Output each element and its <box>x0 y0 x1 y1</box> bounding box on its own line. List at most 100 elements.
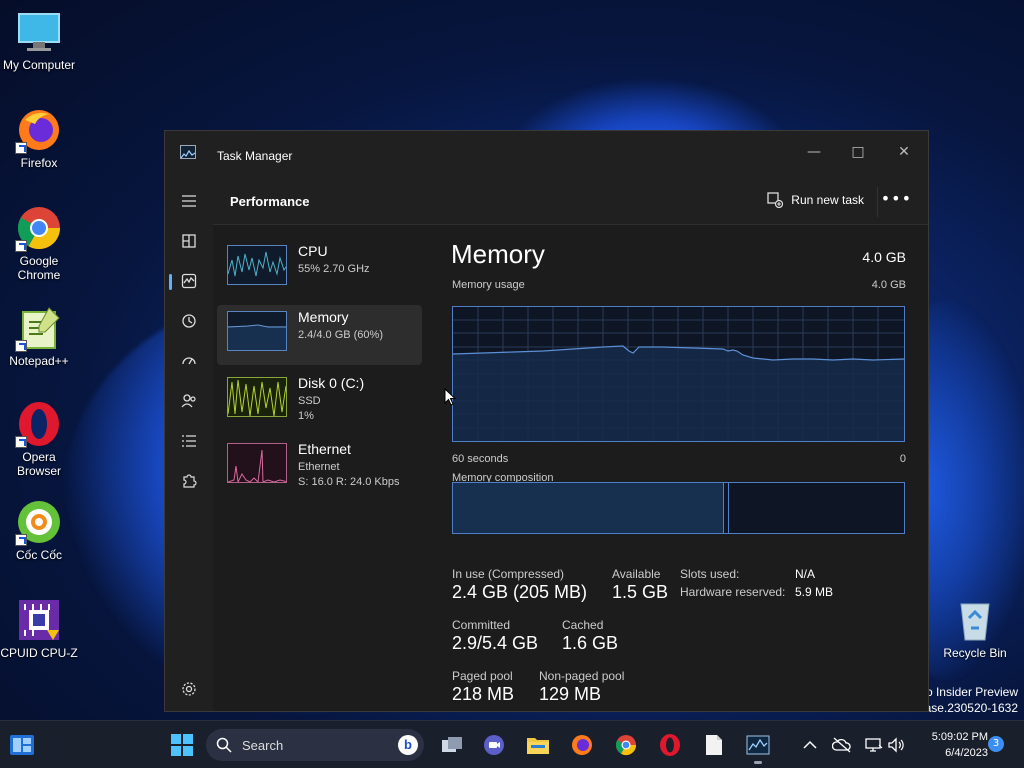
desktop-icon-label: Firefox <box>20 156 58 170</box>
gear-icon <box>182 682 196 696</box>
task-view-button[interactable] <box>438 731 466 759</box>
stat-cached-value: 1.6 GB <box>562 633 619 653</box>
task-view-icon <box>442 737 462 752</box>
services-puzzle-icon <box>183 474 197 488</box>
onedrive-button[interactable] <box>828 731 856 759</box>
perf-item-subtitle: S: 16.0 R: 24.0 Kbps <box>298 476 400 488</box>
taskbar-chrome-button[interactable] <box>612 731 640 759</box>
notification-badge[interactable]: 3 <box>988 736 1004 752</box>
folder-icon <box>527 738 549 754</box>
desktop-icon-recycle-bin[interactable]: Recycle Bin <box>936 596 1014 660</box>
opera-icon <box>660 734 680 756</box>
startup-gauge-icon <box>182 357 196 365</box>
desktop-icon-coccoc[interactable]: Cốc Cốc <box>0 498 78 562</box>
desktop-icon-label: CPUID CPU-Z <box>0 646 78 660</box>
widgets-button[interactable] <box>8 731 36 759</box>
volume-button[interactable] <box>882 731 910 759</box>
document-icon <box>706 735 722 755</box>
stat-nonpaged-pool-value: 129 MB <box>539 684 602 704</box>
nav-settings[interactable] <box>171 673 207 705</box>
stat-hw-reserved-value: 5.9 MB <box>795 585 834 599</box>
taskbar-notepad-button[interactable] <box>700 731 728 759</box>
stat-committed-value: 2.9/5.4 GB <box>452 633 539 653</box>
close-button[interactable]: ✕ <box>882 137 926 167</box>
hamburger-menu-button[interactable] <box>171 185 207 217</box>
desktop-icon-firefox[interactable]: Firefox <box>0 106 78 170</box>
cpu-thumbnail-graph <box>227 245 287 285</box>
clock-time: 5:09:02 PM <box>931 731 988 743</box>
memory-usage-graph <box>452 306 905 442</box>
desktop-icon-cpuz[interactable]: CPUID CPU-Z <box>0 596 78 660</box>
close-icon: ✕ <box>898 144 910 160</box>
firefox-icon <box>15 106 63 154</box>
taskbar-firefox-button[interactable] <box>568 731 596 759</box>
show-hidden-icons-button[interactable] <box>796 731 824 759</box>
firefox-icon <box>572 735 592 755</box>
perf-item-name: Ethernet <box>298 441 351 457</box>
perf-item-subtitle: 1% <box>298 410 314 422</box>
perf-item-disk[interactable]: Disk 0 (C:) SSD 1% <box>217 371 422 431</box>
taskbar-search-box[interactable]: Search b <box>206 729 424 761</box>
run-new-task-icon <box>767 192 784 208</box>
nav-startup-apps[interactable] <box>171 345 207 377</box>
desktop-icon-label: My Computer <box>2 58 76 72</box>
memory-capacity: 4.0 GB <box>862 249 906 265</box>
monitor-icon <box>15 8 63 56</box>
minimize-icon: — <box>807 144 821 160</box>
running-indicator <box>754 761 762 764</box>
nav-users[interactable] <box>171 385 207 417</box>
taskbar-clock[interactable]: 5:09:02 PM 6/4/2023 <box>918 729 988 761</box>
task-manager-window: Task Manager — □ ✕ Performance Run new t… <box>164 130 929 712</box>
maximize-icon: □ <box>851 144 865 160</box>
perf-item-memory[interactable]: Memory 2.4/4.0 GB (60%) <box>217 305 422 365</box>
memory-detail-panel: Memory 4.0 GB Memory usage 4.0 GB 60 sec… <box>451 239 906 704</box>
start-button[interactable] <box>168 731 196 759</box>
nav-services[interactable] <box>171 465 207 497</box>
stat-in-use-label: In use (Compressed) <box>452 567 565 581</box>
file-explorer-button[interactable] <box>524 731 552 759</box>
chrome-icon <box>615 735 637 756</box>
details-list-icon <box>182 435 196 447</box>
nav-app-history[interactable] <box>171 305 207 337</box>
watermark-line: lease.230520-1632 <box>915 701 1018 715</box>
composition-modified-segment <box>725 483 729 533</box>
run-new-task-button[interactable]: Run new task <box>767 192 864 208</box>
nav-performance[interactable] <box>169 265 207 297</box>
perf-item-subtitle: Ethernet <box>298 461 340 473</box>
stat-cached-label: Cached <box>562 618 604 632</box>
nav-processes[interactable] <box>171 225 207 257</box>
more-options-button[interactable]: ••• <box>881 189 912 208</box>
memory-usage-label: Memory usage <box>452 279 525 291</box>
composition-in-use-segment <box>453 483 724 533</box>
maximize-button[interactable]: □ <box>836 137 880 167</box>
minimize-button[interactable]: — <box>792 137 836 167</box>
cloud-offline-icon <box>832 737 851 753</box>
nav-details[interactable] <box>171 425 207 457</box>
clock-date: 6/4/2023 <box>945 747 988 759</box>
perf-item-cpu[interactable]: CPU 55% 2.70 GHz <box>217 239 422 299</box>
desktop-icon-my-computer[interactable]: My Computer <box>0 8 78 72</box>
desktop-icon-notepadpp[interactable]: Notepad++ <box>0 304 78 368</box>
title-bar[interactable]: Task Manager — □ ✕ <box>165 131 928 179</box>
disk-thumbnail-graph <box>227 377 287 417</box>
speaker-icon <box>888 737 904 753</box>
chat-button[interactable] <box>480 731 508 759</box>
history-icon <box>182 314 196 328</box>
perf-item-ethernet[interactable]: Ethernet Ethernet S: 16.0 R: 24.0 Kbps <box>217 437 422 497</box>
desktop-icon-label: Notepad++ <box>9 354 69 368</box>
opera-icon <box>15 400 63 448</box>
stat-in-use-value: 2.4 GB (205 MB) <box>452 582 588 602</box>
cpu-z-icon <box>15 596 63 644</box>
perf-item-name: Disk 0 (C:) <box>298 375 365 391</box>
taskbar-opera-button[interactable] <box>656 731 684 759</box>
taskbar-task-manager-button[interactable] <box>744 731 772 764</box>
desktop-icon-chrome[interactable]: Google Chrome <box>0 204 78 282</box>
desktop-icon-opera[interactable]: Opera Browser <box>0 400 78 478</box>
window-title: Task Manager <box>217 149 293 163</box>
desktop-icon-label: Opera Browser <box>16 450 61 478</box>
windows-logo-icon <box>171 734 193 756</box>
command-separator <box>877 187 878 217</box>
users-icon <box>181 394 196 408</box>
teams-chat-icon <box>484 735 504 755</box>
more-options-icon: ••• <box>880 189 912 208</box>
